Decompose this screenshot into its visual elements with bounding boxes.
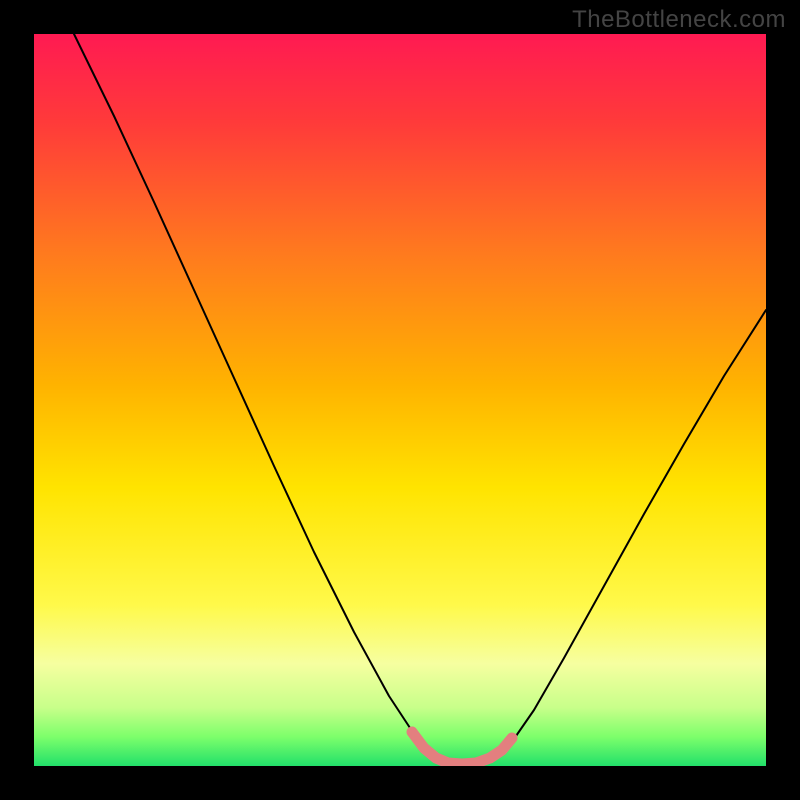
gradient-background (34, 34, 766, 766)
plot-area (34, 34, 766, 766)
chart-stage: TheBottleneck.com (0, 0, 800, 800)
watermark-text: TheBottleneck.com (572, 6, 786, 34)
plot-svg (34, 34, 766, 766)
